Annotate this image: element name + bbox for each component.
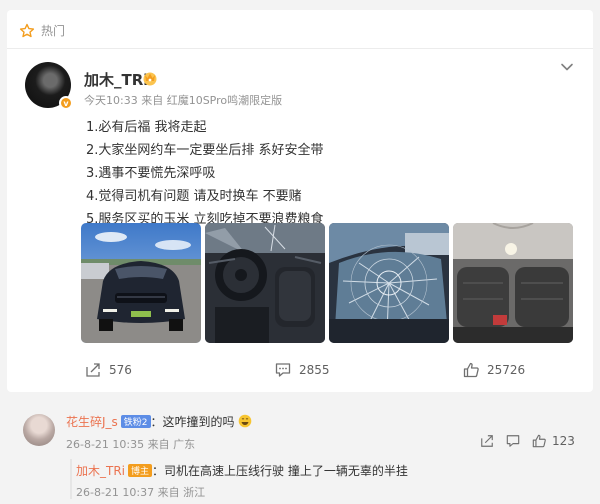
- like-count: 25726: [487, 363, 526, 377]
- post-text: 1.必有后福 我将走起 2.大家坐网约车一定要坐后排 系好安全带 3.遇事不要慌…: [86, 118, 324, 233]
- comment-like-count: 123: [552, 434, 575, 448]
- comment-icon: [275, 363, 291, 377]
- post-line: 1.必有后福 我将走起: [86, 120, 207, 135]
- share-count: 576: [109, 363, 132, 377]
- comment-like-button[interactable]: 123: [532, 434, 575, 448]
- vip-crown-icon[interactable]: [141, 70, 159, 86]
- header-divider: [7, 48, 593, 49]
- driver-seat-interior-photo[interactable]: [205, 223, 325, 343]
- comment-actions: 123: [480, 434, 587, 448]
- comment-body: 花生碎J_s 铁粉2 ：这咋撞到的吗: [66, 413, 252, 430]
- reply-text: ：司机在高速上压线行驶 撞上了一辆无辜的半挂: [152, 464, 408, 478]
- reply-indent-bar: [70, 459, 72, 499]
- commenter-avatar[interactable]: [23, 414, 55, 446]
- post-actions: 576 2855 25726: [7, 362, 593, 386]
- comment-button[interactable]: 2855: [275, 362, 330, 378]
- commenter-username[interactable]: 花生碎J_s: [66, 415, 118, 429]
- like-button[interactable]: 25726: [463, 362, 525, 378]
- post-line: 4.觉得司机有问题 请及时换车 不要赌: [86, 189, 302, 204]
- post-line: 3.遇事不要慌先深呼吸: [86, 166, 216, 181]
- post-username[interactable]: 加木_TRi: [84, 69, 148, 90]
- thumbs-up-icon: [532, 434, 546, 448]
- hot-header: 热门: [19, 22, 65, 39]
- reply-comment-icon[interactable]: [506, 434, 520, 448]
- weibo-post-card: 热门 v 加木_TRi 今天10:33 来自 红魔10SPro鸣潮限定版 1.必…: [7, 10, 593, 392]
- share-button[interactable]: 576: [85, 362, 132, 378]
- author-tag: 博主: [128, 464, 153, 477]
- share-icon[interactable]: [480, 434, 494, 448]
- grin-emoji-icon: [239, 414, 252, 428]
- photo-grid: [81, 223, 573, 343]
- comment-text: ：这咋撞到的吗: [150, 415, 235, 429]
- verified-badge-icon: v: [59, 96, 73, 110]
- comment-count: 2855: [299, 363, 330, 377]
- hot-label: 热门: [41, 24, 66, 38]
- share-icon: [86, 363, 100, 377]
- car-front-exterior-photo[interactable]: [81, 223, 201, 343]
- shattered-windshield-photo[interactable]: [329, 223, 449, 343]
- fan-level-badge: 铁粉2: [120, 415, 151, 428]
- thumbs-up-icon: [463, 362, 479, 378]
- reply-body: 加木_TRi 博主 ：司机在高速上压线行驶 撞上了一辆无辜的半挂: [76, 462, 408, 479]
- comment-meta: 26-8-21 10:35 来自 广东: [66, 438, 196, 451]
- rear-seat-interior-photo[interactable]: [453, 223, 573, 343]
- post-meta: 今天10:33 来自 红魔10SPro鸣潮限定版: [84, 94, 283, 107]
- post-line: 2.大家坐网约车一定要坐后排 系好安全带: [86, 143, 324, 158]
- hot-star-icon: [19, 23, 35, 37]
- reply-username[interactable]: 加木_TRi: [76, 464, 125, 478]
- chevron-down-icon[interactable]: [560, 62, 574, 72]
- reply-meta: 26-8-21 10:37 来自 浙江: [76, 486, 206, 499]
